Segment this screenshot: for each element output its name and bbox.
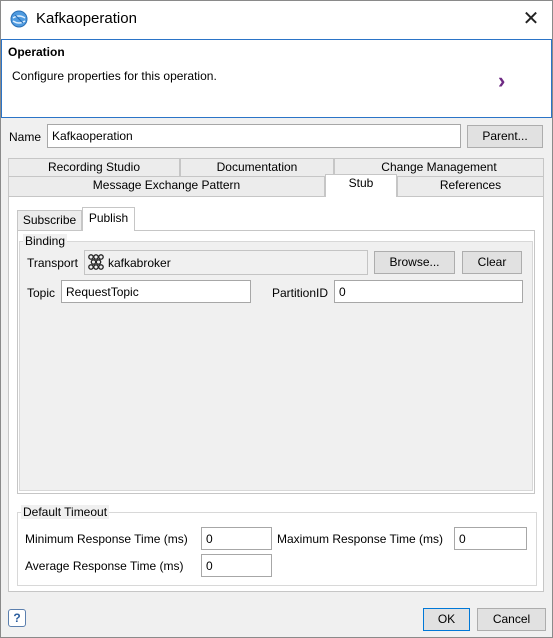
tab-documentation[interactable]: Documentation [180, 158, 334, 176]
banner-description: Configure properties for this operation. [12, 69, 217, 83]
window-title: Kafkaoperation [36, 10, 137, 27]
topic-input[interactable] [61, 280, 251, 303]
binding-group-label: Binding [23, 234, 68, 248]
kafka-broker-icon [87, 253, 105, 271]
subtab-subscribe[interactable]: Subscribe [17, 210, 82, 230]
parent-button[interactable]: Parent... [467, 125, 543, 148]
min-response-label: Minimum Response Time (ms) [25, 532, 188, 546]
avg-response-input[interactable] [201, 554, 272, 577]
help-icon[interactable]: ? [8, 609, 26, 627]
ok-button[interactable]: OK [423, 608, 470, 631]
tab-message-exchange-pattern[interactable]: Message Exchange Pattern [8, 176, 325, 196]
transport-value: kafkabroker [108, 256, 171, 270]
avg-response-label: Average Response Time (ms) [25, 559, 184, 573]
min-response-input[interactable] [201, 527, 272, 550]
partition-id-label: PartitionID [272, 286, 329, 300]
name-label: Name [9, 130, 42, 144]
tab-stub[interactable]: Stub [325, 174, 397, 197]
subtab-publish[interactable]: Publish [82, 207, 135, 231]
topic-label: Topic [27, 286, 56, 300]
close-icon[interactable]: ✕ [519, 7, 543, 31]
name-input[interactable] [47, 124, 461, 148]
max-response-input[interactable] [454, 527, 527, 550]
banner-title: Operation [8, 45, 65, 59]
clear-button[interactable]: Clear [462, 251, 522, 274]
app-globe-icon [10, 10, 28, 28]
operation-banner: Operation Configure properties for this … [1, 39, 552, 118]
tab-recording-studio[interactable]: Recording Studio [8, 158, 180, 176]
default-timeout-label: Default Timeout [21, 505, 110, 519]
cancel-button[interactable]: Cancel [477, 608, 546, 631]
tab-references[interactable]: References [397, 176, 544, 196]
binding-group [19, 241, 533, 491]
transport-label: Transport [27, 256, 78, 270]
max-response-label: Maximum Response Time (ms) [277, 532, 444, 546]
chevron-right-icon[interactable]: › [498, 68, 505, 94]
partition-id-input[interactable] [334, 280, 523, 303]
browse-button[interactable]: Browse... [374, 251, 455, 274]
